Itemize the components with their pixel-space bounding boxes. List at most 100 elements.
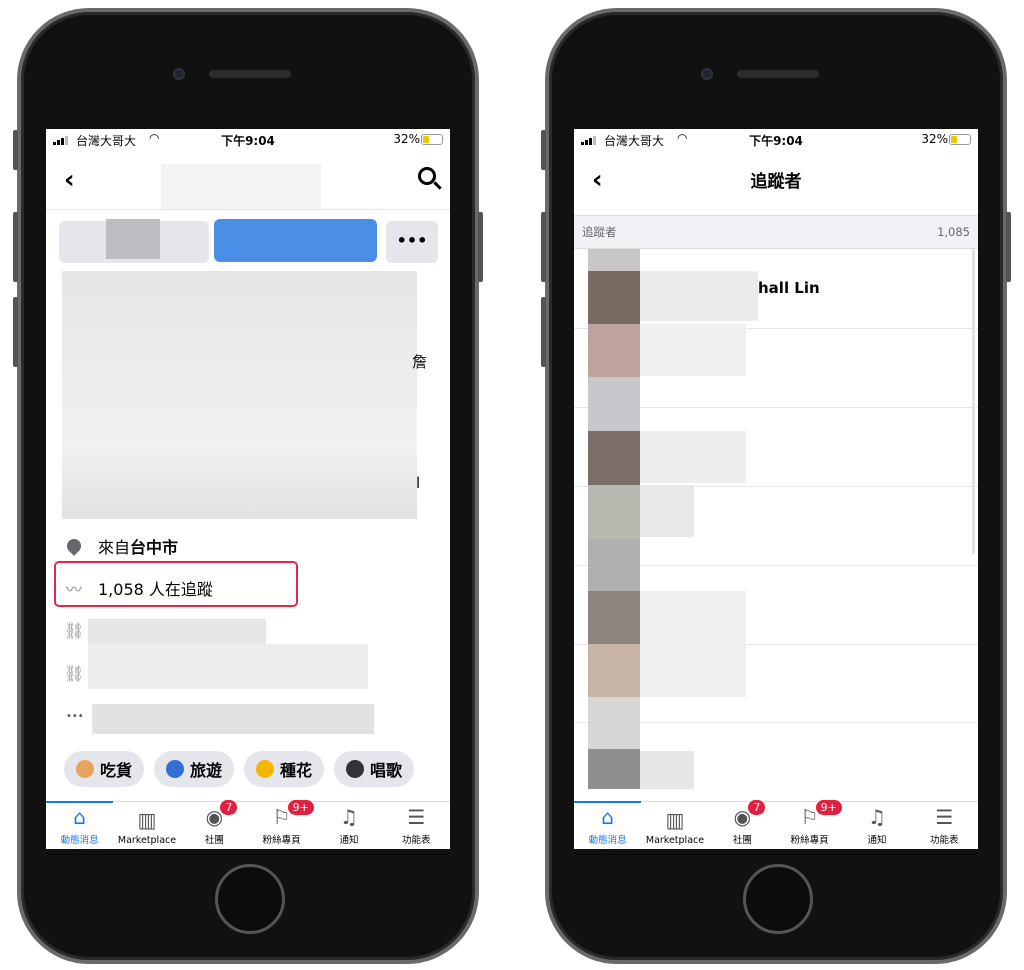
redacted-avatars: [588, 249, 640, 789]
marketplace-icon: ▥: [665, 808, 685, 832]
tab-notifications[interactable]: ♫ 通知: [843, 802, 910, 849]
more-info-icon[interactable]: •••: [66, 711, 84, 722]
bell-icon: ♫: [868, 805, 886, 829]
globe-icon: [166, 760, 185, 778]
mute-switch: [13, 130, 18, 170]
power-button: [478, 212, 483, 282]
pages-flag-icon: ⚐ 9+: [797, 799, 843, 829]
page-title: 追蹤者: [750, 172, 802, 192]
redacted-follower-row[interactable]: [640, 751, 694, 789]
pages-badge: 9+: [286, 799, 315, 816]
search-icon[interactable]: [418, 167, 436, 185]
tab-pages[interactable]: ⚐ 9+ 粉絲專頁: [248, 799, 315, 849]
phone-left: 台灣大哥大 ◠ 下午9:04 32% ‹ ••• 詹 l 來自台中市 〰 1,0…: [13, 8, 483, 964]
menu-icon: ☰: [935, 805, 954, 829]
mute-switch: [541, 130, 546, 170]
tab-pages[interactable]: ⚐ 9+ 粉絲專頁: [776, 799, 843, 849]
tab-news-feed[interactable]: ⌂ 動態消息: [46, 801, 114, 849]
redacted-primary-button[interactable]: [214, 219, 377, 262]
home-icon: ⌂: [601, 805, 614, 829]
battery-icon: [421, 134, 443, 145]
marketplace-icon: ▥: [137, 808, 157, 832]
home-icon: ⌂: [73, 805, 86, 829]
status-bar: 台灣大哥大 ◠ 下午9:04 32%: [46, 129, 450, 151]
tab-marketplace[interactable]: ▥ Marketplace: [641, 802, 708, 849]
section-header: 追蹤者 1,085: [574, 215, 978, 249]
groups-icon: ◉ 7: [201, 799, 239, 829]
link-icon: ⛓: [64, 664, 85, 683]
interest-chip[interactable]: 旅遊: [154, 751, 235, 787]
redacted-follower-row[interactable]: [640, 324, 746, 376]
tab-marketplace[interactable]: ▥ Marketplace: [113, 802, 180, 849]
scrollbar[interactable]: [972, 249, 975, 554]
redacted-follower-row[interactable]: [640, 485, 694, 537]
pages-flag-icon: ⚐ 9+: [269, 799, 315, 829]
battery-percent: 32%: [393, 132, 420, 146]
volume-down-button: [13, 297, 18, 367]
tab-news-feed[interactable]: ⌂ 動態消息: [574, 801, 642, 849]
interest-chip[interactable]: 種花: [244, 751, 325, 787]
groups-icon: ◉ 7: [729, 799, 767, 829]
redacted-profile-name: [161, 164, 321, 209]
section-label: 追蹤者: [582, 225, 617, 239]
noodle-bowl-icon: [76, 760, 94, 778]
rss-followers-icon: 〰: [65, 580, 82, 599]
home-button[interactable]: [215, 864, 285, 934]
earpiece-speaker: [209, 70, 291, 78]
groups-badge: 7: [747, 799, 767, 816]
location-row: 來自台中市: [64, 534, 178, 558]
tab-menu[interactable]: ☰ 功能表: [911, 802, 978, 849]
earpiece-speaker: [737, 70, 819, 78]
status-bar: 台灣大哥大 ◠ 下午9:04 32%: [574, 129, 978, 151]
interests-list: 吃貨 旅遊 種花 唱歌: [64, 751, 415, 787]
tab-bar: ⌂ 動態消息 ▥ Marketplace ◉ 7 社團 ⚐ 9+ 粉絲專頁 ♫ 通知 ☰ 功能表: [46, 799, 450, 849]
home-button[interactable]: [743, 864, 813, 934]
location-prefix: 來自: [98, 538, 131, 557]
tab-bar: ⌂ 動態消息 ▥ Marketplace ◉ 7 社團 ⚐ 9+ 粉絲專頁 ♫ 通知 ☰ 功能表: [574, 799, 978, 849]
battery-icon: [949, 134, 971, 145]
tab-notifications[interactable]: ♫ 通知: [315, 802, 382, 849]
followers-total: 1,085: [937, 225, 970, 239]
microphone-icon: [346, 760, 365, 778]
profile-screen: 台灣大哥大 ◠ 下午9:04 32% ‹ ••• 詹 l 來自台中市 〰 1,0…: [46, 129, 450, 849]
followers-row[interactable]: 〰 1,058 人在追蹤: [64, 576, 213, 600]
back-button[interactable]: ‹: [64, 165, 75, 195]
redacted-follower-row[interactable]: [640, 591, 746, 697]
redacted-block: [106, 219, 160, 259]
volume-up-button: [13, 212, 18, 282]
tab-groups[interactable]: ◉ 7 社團: [709, 799, 776, 849]
bell-icon: ♫: [340, 805, 358, 829]
link-icon: ⛓: [64, 621, 85, 640]
menu-icon: ☰: [407, 805, 426, 829]
redacted-follower-row[interactable]: [640, 431, 746, 483]
clock: 下午9:04: [749, 134, 803, 148]
redacted-follower-row[interactable]: [640, 271, 758, 321]
groups-badge: 7: [219, 799, 239, 816]
followers-count[interactable]: 1,058 人在追蹤: [98, 576, 213, 600]
divider: [46, 209, 450, 210]
front-camera: [173, 68, 185, 80]
tab-menu[interactable]: ☰ 功能表: [383, 802, 450, 849]
tab-groups[interactable]: ◉ 7 社團: [181, 799, 248, 849]
sunflower-icon: [256, 760, 275, 778]
interest-chip[interactable]: 唱歌: [334, 751, 415, 787]
follower-name[interactable]: hall Lin: [758, 279, 820, 297]
battery-percent: 32%: [921, 132, 948, 146]
pages-badge: 9+: [814, 799, 843, 816]
volume-down-button: [541, 297, 546, 367]
phone-right: 台灣大哥大 ◠ 下午9:04 32% ‹ 追蹤者 追蹤者 1,085 hall L…: [541, 8, 1011, 964]
partial-text: 詹: [412, 353, 428, 371]
redacted-more-info: [92, 704, 374, 734]
followers-screen: 台灣大哥大 ◠ 下午9:04 32% ‹ 追蹤者 追蹤者 1,085 hall L…: [574, 129, 978, 849]
power-button: [1006, 212, 1011, 282]
front-camera: [701, 68, 713, 80]
volume-up-button: [541, 212, 546, 282]
more-options-button[interactable]: •••: [386, 221, 438, 263]
clock: 下午9:04: [221, 134, 275, 148]
redacted-intro-text: [62, 271, 417, 519]
location-city[interactable]: 台中市: [130, 538, 178, 557]
interest-chip[interactable]: 吃貨: [64, 751, 145, 787]
location-pin-icon: [64, 536, 84, 556]
redacted-link[interactable]: [88, 644, 368, 689]
redacted-link[interactable]: [88, 619, 266, 644]
